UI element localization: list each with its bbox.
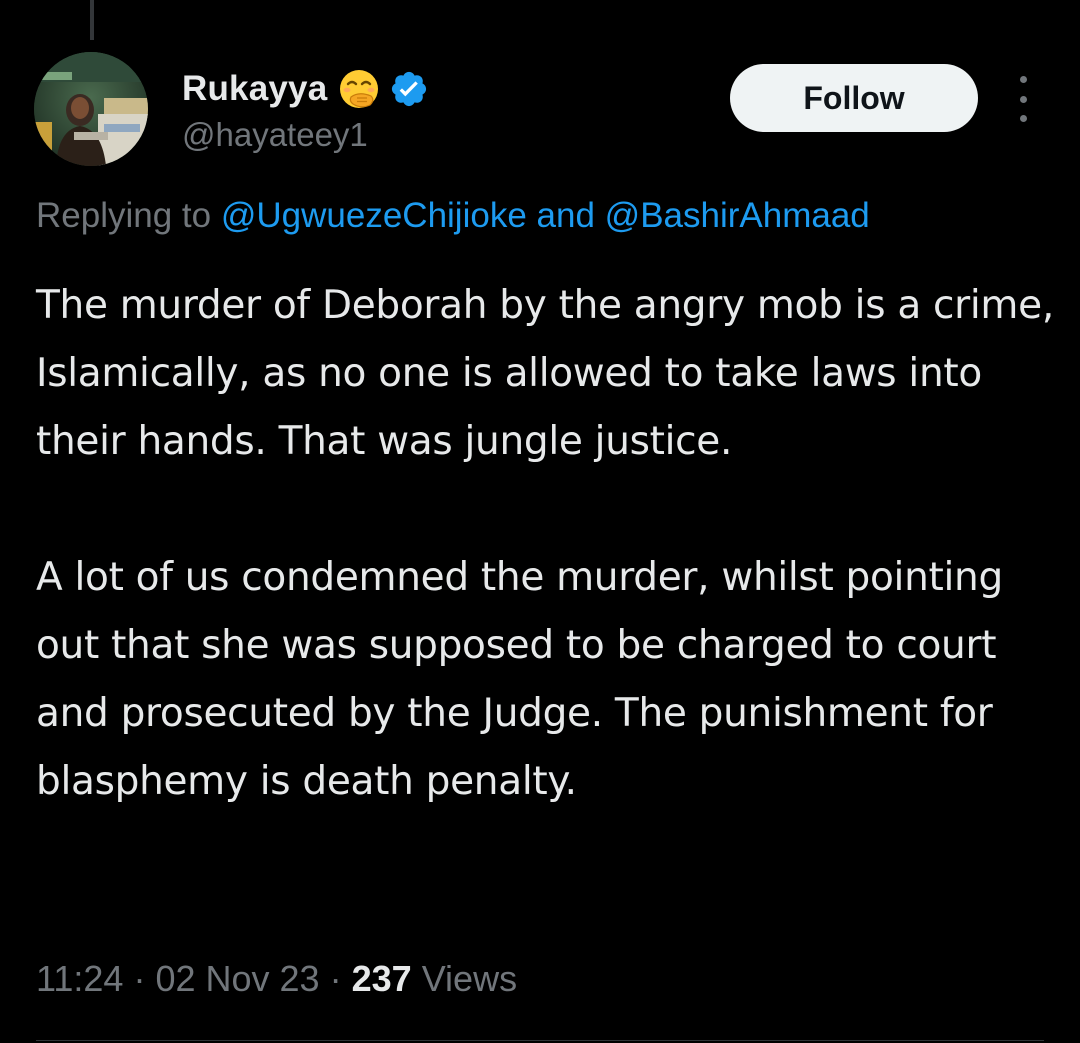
follow-button[interactable]: Follow <box>730 64 978 132</box>
meta-separator: · <box>133 958 146 999</box>
tweet-time[interactable]: 11:24 <box>36 958 123 999</box>
avatar-image <box>34 52 148 166</box>
author-display-name[interactable]: Rukayya <box>182 69 327 109</box>
more-options-dot <box>1019 76 1027 83</box>
mention-ugwuezechijioke[interactable]: @UgwuezeChijioke <box>221 196 527 235</box>
thread-connector-line <box>90 0 94 40</box>
more-options-dot <box>1019 115 1027 122</box>
mention-bashirahmaad[interactable]: @BashirAhmaad <box>605 196 870 235</box>
verified-badge-icon <box>392 71 427 107</box>
views-count[interactable]: 237 <box>352 958 412 999</box>
replying-to-joiner: and <box>536 196 595 235</box>
face-with-hand-over-mouth-icon <box>340 70 379 108</box>
views-label[interactable]: Views <box>422 958 517 999</box>
tweet-meta: 11:24 · 02 Nov 23 · 237 Views <box>36 958 517 1000</box>
more-options-dot <box>1019 95 1027 103</box>
tweet-text: The murder of Deborah by the angry mob i… <box>36 272 1066 816</box>
divider <box>36 1040 1044 1041</box>
more-options-icon[interactable] <box>1010 76 1036 122</box>
tweet-paragraph-1: The murder of Deborah by the angry mob i… <box>36 283 1054 464</box>
tweet-date[interactable]: 02 Nov 23 <box>155 958 319 999</box>
author-handle[interactable]: @hayateey1 <box>182 116 368 154</box>
tweet-paragraph-2: A lot of us condemned the murder, whilst… <box>36 555 1003 804</box>
avatar[interactable] <box>34 52 148 166</box>
author-name-row: Rukayya <box>182 62 429 116</box>
replying-to-prefix: Replying to <box>36 196 212 235</box>
meta-separator: · <box>329 958 342 999</box>
replying-to-line: Replying to @UgwuezeChijioke and @Bashir… <box>36 196 870 236</box>
